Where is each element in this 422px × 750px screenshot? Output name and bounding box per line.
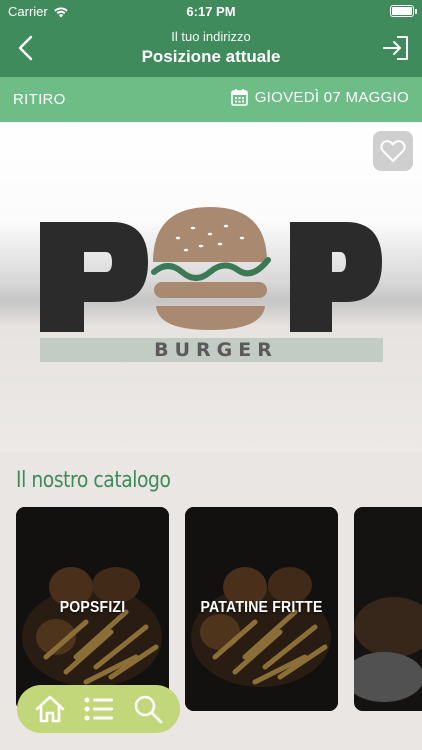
catalog-card-label: PATATINE FRITTE — [200, 599, 323, 616]
bottom-tab-bar — [17, 685, 180, 733]
pop-burger-logo: BURGER — [40, 207, 383, 362]
app-header: Carrier 6:17 PM Il tuo indirizzo Posizio… — [0, 0, 422, 77]
address-title[interactable]: Posizione attuale — [0, 47, 422, 67]
brand-sub: BURGER — [154, 339, 278, 361]
store-hero: BURGER — [0, 122, 422, 452]
status-time: 6:17 PM — [186, 4, 236, 19]
address-caption: Il tuo indirizzo — [171, 29, 251, 44]
pickup-date-label: GIOVEDÌ 07 MAGGIO — [254, 88, 409, 106]
favorite-button[interactable] — [373, 131, 413, 171]
pickup-date-selector[interactable]: GIOVEDÌ 07 MAGGIO — [230, 88, 409, 106]
search-icon — [134, 695, 162, 724]
tab-search[interactable] — [131, 692, 165, 726]
battery-icon — [390, 5, 417, 17]
catalog-card-patatine[interactable]: PATATINE FRITTE — [185, 507, 338, 711]
food-image — [354, 507, 422, 711]
heart-icon — [380, 140, 406, 162]
catalog-card-popsfizi[interactable]: POPSFIZI — [16, 507, 169, 711]
list-icon — [84, 697, 113, 721]
catalog-card-third[interactable] — [354, 507, 422, 711]
status-bar: Carrier 6:17 PM — [0, 0, 422, 22]
login-icon[interactable] — [382, 35, 410, 61]
tab-home[interactable] — [33, 692, 67, 726]
pickup-bar: RITIRO GIOVEDÌ 07 MAGGIO — [0, 77, 422, 122]
home-icon — [35, 695, 64, 723]
catalog-card-label: POPSFIZI — [59, 599, 126, 616]
catalog-carousel[interactable]: POPSFIZI PATATINE FRITTE — [16, 507, 422, 712]
calendar-icon — [230, 89, 248, 106]
tab-list[interactable] — [82, 692, 116, 726]
catalog-title: Il nostro catalogo — [16, 468, 171, 493]
pickup-mode[interactable]: RITIRO — [13, 91, 66, 108]
